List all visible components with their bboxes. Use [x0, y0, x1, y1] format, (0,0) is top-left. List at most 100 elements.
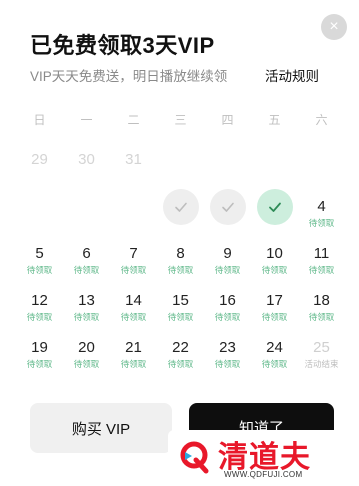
calendar-day-cell: 14 待领取: [110, 289, 157, 336]
pending-claim-tag: 待领取: [26, 265, 53, 275]
calendar-day: 8: [176, 245, 185, 262]
calendar-day-cell: 13 待领取: [63, 289, 110, 336]
calendar-grid: 29 30 31 4 待领取 5 待领取 6 待领取 7 待领取 8 待领取 9…: [16, 148, 345, 383]
calendar-day-cell: 29: [16, 148, 63, 195]
calendar-day: 20: [78, 339, 95, 356]
weekday-label: 六: [315, 113, 328, 127]
pending-claim-tag: 待领取: [167, 312, 194, 322]
pending-claim-tag: 待领取: [214, 312, 241, 322]
calendar-day: 17: [266, 292, 283, 309]
calendar-day-cell: 24 待领取: [251, 336, 298, 383]
calendar-day-cell: 9 待领取: [204, 242, 251, 289]
calendar-empty-cell: [110, 195, 157, 242]
calendar-day: 16: [219, 292, 236, 309]
calendar-claimed-today-cell: [251, 189, 298, 242]
pending-claim-tag: 待领取: [261, 359, 288, 369]
calendar-day: 13: [78, 292, 95, 309]
pending-claim-tag: 待领取: [26, 359, 53, 369]
pending-claim-tag: 待领取: [308, 265, 335, 275]
calendar-day: 29: [31, 151, 48, 168]
calendar-day: 19: [31, 339, 48, 356]
weekday-label: 三: [174, 113, 187, 127]
calendar-day: 15: [172, 292, 189, 309]
pending-claim-tag: 待领取: [308, 312, 335, 322]
calendar-day: 25: [313, 339, 330, 356]
calendar-day-cell: 22 待领取: [157, 336, 204, 383]
calendar-day-cell: 5 待领取: [16, 242, 63, 289]
calendar-day-cell: 6 待领取: [63, 242, 110, 289]
pending-claim-tag: 待领取: [214, 359, 241, 369]
pending-claim-tag: 待领取: [73, 265, 100, 275]
calendar-day: 31: [125, 151, 142, 168]
calendar-day: 14: [125, 292, 142, 309]
calendar-day: 12: [31, 292, 48, 309]
calendar-empty-cell: [251, 148, 298, 195]
pending-claim-tag: 待领取: [167, 265, 194, 275]
activity-ended-tag: 活动结束: [304, 359, 339, 369]
pending-claim-tag: 待领取: [261, 312, 288, 322]
calendar-empty-cell: [157, 148, 204, 195]
weekday-label: 四: [221, 113, 234, 127]
calendar-day-cell: 4 待领取: [298, 195, 345, 242]
calendar-empty-cell: [63, 195, 110, 242]
pending-claim-tag: 待领取: [261, 265, 288, 275]
calendar-day: 10: [266, 245, 283, 262]
calendar-day-cell: 25 活动结束: [298, 336, 345, 383]
weekday-header: 日 一 二 三 四 五 六: [16, 111, 345, 128]
pending-claim-tag: 待领取: [308, 218, 335, 228]
pending-claim-tag: 待领取: [167, 359, 194, 369]
calendar-day: 6: [82, 245, 91, 262]
calendar-day-cell: 31: [110, 148, 157, 195]
calendar-day-cell: 23 待领取: [204, 336, 251, 383]
calendar-empty-cell: [298, 148, 345, 195]
calendar-empty-cell: [16, 195, 63, 242]
calendar-day: 5: [35, 245, 44, 262]
calendar-day-cell: 17 待领取: [251, 289, 298, 336]
calendar-day-cell: 16 待领取: [204, 289, 251, 336]
vip-dialog: 已免费领取3天VIP × VIP天天免费送，明日播放继续领 活动规则 日 一 二…: [0, 0, 359, 486]
dialog-subtitle: VIP天天免费送，明日播放继续领: [30, 69, 228, 84]
calendar-day-cell: 10 待领取: [251, 242, 298, 289]
calendar-empty-cell: [204, 148, 251, 195]
buy-vip-button[interactable]: 购买 VIP: [30, 403, 172, 453]
claimed-check-icon: [209, 189, 246, 225]
weekday-label: 一: [80, 113, 93, 127]
watermark-url: WWW.QDFUJI.COM: [224, 470, 303, 479]
calendar-day: 24: [266, 339, 283, 356]
watermark: 清道夫 WWW.QDFUJI.COM: [168, 430, 344, 486]
weekday-label: 日: [33, 113, 46, 127]
calendar-day-cell: 7 待领取: [110, 242, 157, 289]
pending-claim-tag: 待领取: [26, 312, 53, 322]
calendar-claimed-cell: [204, 189, 251, 242]
watermark-logo-icon: [180, 441, 209, 474]
weekday-label: 二: [127, 113, 140, 127]
claimed-check-icon: [162, 189, 199, 225]
calendar-day-cell: 12 待领取: [16, 289, 63, 336]
calendar-day: 23: [219, 339, 236, 356]
close-icon[interactable]: ×: [321, 14, 347, 40]
calendar-day: 18: [313, 292, 330, 309]
pending-claim-tag: 待领取: [73, 359, 100, 369]
calendar-day: 30: [78, 151, 95, 168]
calendar-claimed-cell: [157, 189, 204, 242]
calendar-day-cell: 20 待领取: [63, 336, 110, 383]
calendar-day: 7: [129, 245, 138, 262]
calendar-day-cell: 30: [63, 148, 110, 195]
pending-claim-tag: 待领取: [214, 265, 241, 275]
calendar-day-cell: 19 待领取: [16, 336, 63, 383]
calendar-day: 22: [172, 339, 189, 356]
calendar-day: 21: [125, 339, 142, 356]
weekday-label: 五: [268, 113, 281, 127]
activity-rules-link[interactable]: 活动规则: [265, 65, 319, 85]
dialog-title: 已免费领取3天VIP: [30, 33, 215, 58]
calendar-day: 9: [223, 245, 232, 262]
calendar-day-cell: 15 待领取: [157, 289, 204, 336]
calendar-day: 4: [317, 198, 326, 215]
pending-claim-tag: 待领取: [120, 359, 147, 369]
pending-claim-tag: 待领取: [120, 265, 147, 275]
calendar-day-cell: 18 待领取: [298, 289, 345, 336]
calendar-day: 11: [313, 245, 330, 262]
claimed-today-check-icon: [256, 189, 293, 225]
calendar-day-cell: 8 待领取: [157, 242, 204, 289]
calendar-day-cell: 11 待领取: [298, 242, 345, 289]
